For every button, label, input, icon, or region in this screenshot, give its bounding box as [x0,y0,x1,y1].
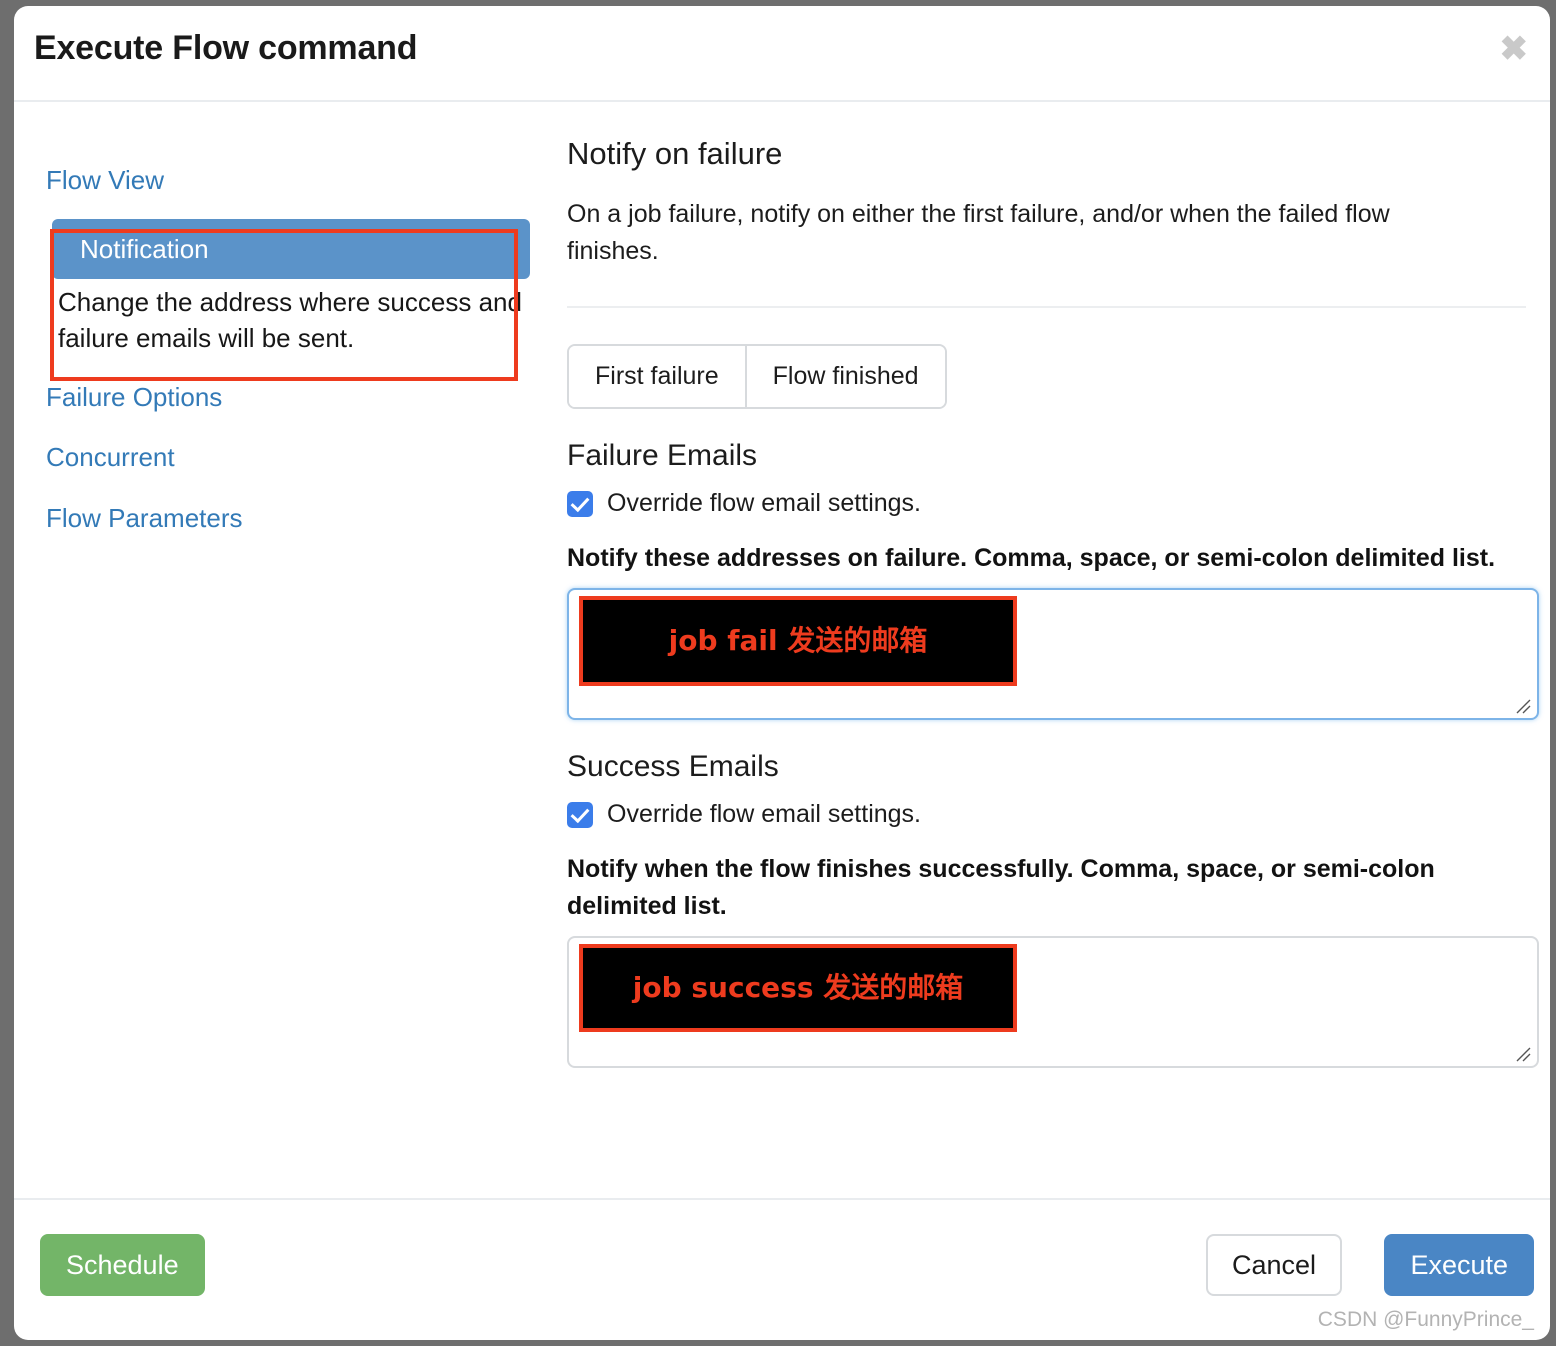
dialog-body: Flow View Notification Change the addres… [14,102,1550,1198]
cancel-button[interactable]: Cancel [1205,1234,1342,1296]
watermark: CSDN @FunnyPrince_ [1317,1308,1534,1331]
close-icon[interactable]: ✖ [1500,32,1529,66]
failure-email-redaction-annotation: job fail 发送的邮箱 [579,596,1017,687]
sidebar-item-concurrent[interactable]: Concurrent [14,427,554,488]
notify-on-failure-heading: Notify on failure [567,136,783,171]
execute-flow-dialog: Execute Flow command ✖ Flow View Notific… [14,6,1550,1340]
sidebar-item-failure-options[interactable]: Failure Options [14,367,554,428]
success-override-label: Override flow email settings. [607,800,922,829]
success-emails-textarea-wrap: job success 发送的邮箱 [567,935,1539,1068]
sidebar-item-flow-view[interactable]: Flow View [14,150,554,211]
notify-timing-button-group: First failure Flow finished [567,344,947,409]
dialog-header: Execute Flow command ✖ [14,6,1550,102]
sidebar-nav: Flow View Notification Change the addres… [14,102,554,548]
failure-emails-textarea-wrap: job fail 发送的邮箱 [567,588,1539,721]
success-emails-heading: Success Emails [567,750,779,784]
main-panel: Notify on failure On a job failure, noti… [567,102,1539,1098]
success-email-redaction-annotation: job success 发送的邮箱 [579,943,1017,1032]
notify-on-failure-description: On a job failure, notify on either the f… [567,200,1390,265]
success-override-checkbox[interactable] [567,801,593,828]
failure-emails-heading: Failure Emails [567,439,758,472]
page-title: Execute Flow command [34,29,418,67]
section-divider [567,306,1526,308]
failure-override-label: Override flow email settings. [607,489,922,517]
sidebar-active-group: Notification Change the address where su… [14,218,554,381]
first-failure-button[interactable]: First failure [569,346,747,407]
sidebar-item-notification[interactable]: Notification [52,218,530,279]
success-override-row[interactable]: Override flow email settings. [567,800,1538,829]
failure-override-row[interactable]: Override flow email settings. [567,489,1538,518]
sidebar-item-description: Change the address where success and fai… [58,287,522,353]
execute-button[interactable]: Execute [1384,1234,1534,1296]
success-emails-field-label: Notify when the flow finishes successful… [567,855,1435,920]
schedule-button[interactable]: Schedule [40,1234,205,1296]
flow-finished-button[interactable]: Flow finished [746,346,945,407]
failure-emails-field-label: Notify these addresses on failure. Comma… [567,544,1496,572]
failure-override-checkbox[interactable] [567,490,593,517]
dialog-footer: Schedule Cancel Execute CSDN @FunnyPrinc… [14,1198,1550,1338]
sidebar-item-flow-parameters[interactable]: Flow Parameters [14,488,554,549]
